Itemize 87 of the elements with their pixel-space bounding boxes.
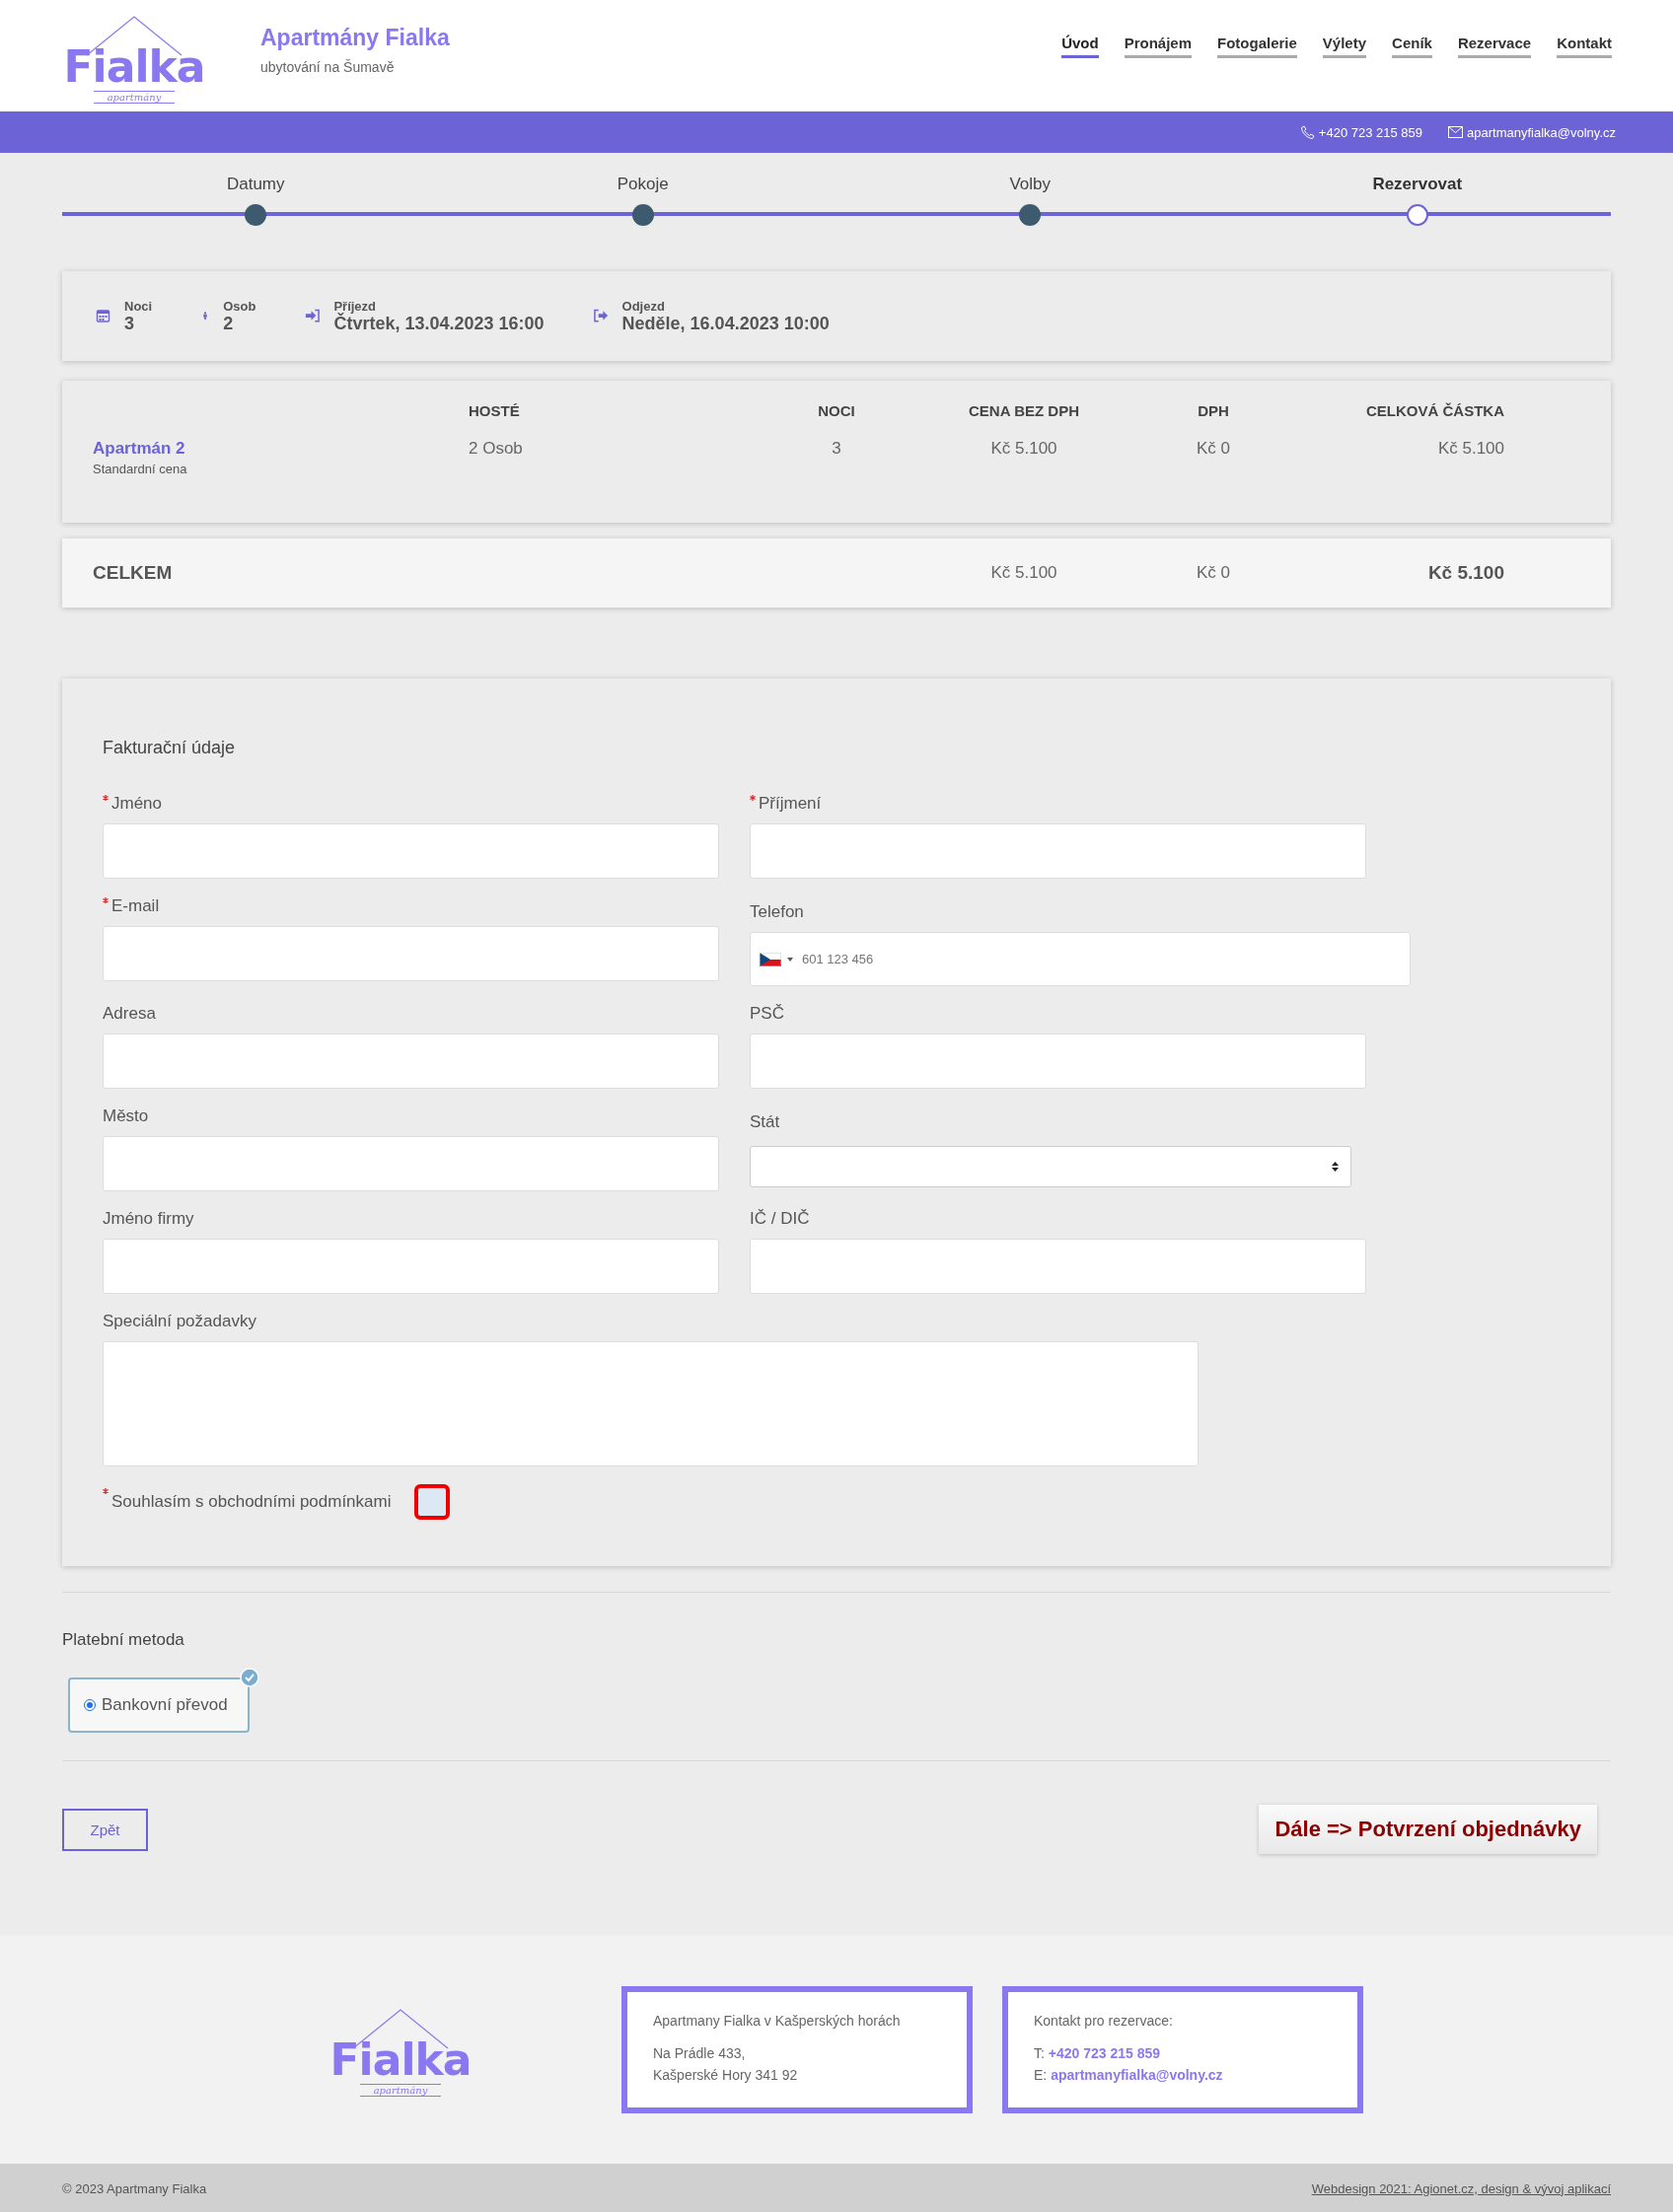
- total-cell-text: Kč 5.100: [1426, 562, 1504, 584]
- column-header: NOCI: [817, 402, 856, 419]
- field-label: Stát: [750, 1112, 780, 1132]
- copyright: © 2023 Apartmany Fialka: [62, 2180, 207, 2196]
- address-line: Na Prádle 433,: [653, 2043, 747, 2063]
- input-field[interactable]: [750, 823, 1366, 879]
- email-label: E:: [1034, 2066, 1048, 2083]
- sort-icon: [1332, 1162, 1339, 1172]
- radio-icon: [84, 1699, 96, 1711]
- summary-value: Čtvrtek, 13.04.2023 16:00: [333, 313, 545, 334]
- field-label: E-mail: [111, 896, 160, 916]
- step-label: Volby: [1009, 175, 1052, 195]
- column-header: HOSTÉ: [469, 402, 521, 419]
- address-line: Kašperské Hory 341 92: [653, 2065, 799, 2085]
- step-label: Pokoje: [617, 175, 669, 195]
- summary-label: Osob: [223, 298, 256, 314]
- table-cell-text: Kč 5.100: [989, 439, 1058, 460]
- summary-value: 3: [124, 313, 135, 334]
- nav-link[interactable]: Rezervace: [1457, 34, 1532, 58]
- input-field[interactable]: [750, 1239, 1366, 1294]
- input-field[interactable]: [103, 1239, 719, 1294]
- nav-link[interactable]: Kontakt: [1557, 34, 1612, 58]
- table-cell-text: 2 Osob: [469, 439, 524, 460]
- next-button[interactable]: Dále => Potvrzení objednávky: [1259, 1805, 1597, 1854]
- envelope-icon: [1448, 126, 1464, 138]
- field-label: Jméno firmy: [103, 1209, 194, 1229]
- select-field[interactable]: [750, 1146, 1351, 1187]
- total-cell-text: Kč 5.100: [989, 563, 1058, 583]
- input-field[interactable]: [103, 823, 719, 879]
- total-label: CELKEM: [93, 562, 174, 584]
- summary-value: 2: [223, 313, 235, 334]
- site-title: Apartmány Fialka: [260, 25, 450, 51]
- phone-label: T:: [1034, 2044, 1045, 2061]
- back-button[interactable]: Zpět: [62, 1808, 148, 1851]
- apartment-link[interactable]: Apartmán 2: [93, 439, 469, 459]
- payment-option[interactable]: Bankovní převod: [68, 1677, 250, 1733]
- table-cell-text: Kč 0: [1196, 439, 1231, 460]
- input-field[interactable]: [103, 1136, 719, 1191]
- contact-title: Kontakt pro rezervace:: [1034, 2011, 1174, 2031]
- input-field[interactable]: [750, 1034, 1366, 1089]
- field-label: Město: [103, 1106, 149, 1126]
- credit-link[interactable]: Webdesign 2021: Agionet.cz, design & vývoj aplikací: [1311, 2180, 1611, 2196]
- logo[interactable]: Fialka apartmány: [67, 8, 201, 104]
- check-icon: [240, 1668, 259, 1687]
- email-link[interactable]: apartmanyfialka@volny.cz: [1467, 124, 1616, 140]
- caret-icon: [787, 957, 793, 962]
- column-header: CELKOVÁ ČÁSTKA: [1365, 402, 1504, 419]
- phone-field[interactable]: 601 123 456: [750, 932, 1411, 986]
- table-cell-text: Kč 5.100: [1436, 439, 1504, 460]
- column-header: DPH: [1197, 402, 1230, 419]
- summary-value: Neděle, 16.04.2023 10:00: [621, 313, 830, 334]
- input-field[interactable]: [103, 1034, 719, 1089]
- input-field[interactable]: [103, 926, 719, 981]
- terms-checkbox[interactable]: [414, 1484, 451, 1520]
- summary-label: Odjezd: [621, 298, 666, 314]
- column-header: CENA BEZ DPH: [968, 402, 1080, 419]
- form-title: Fakturační údaje: [103, 738, 237, 758]
- nav-link[interactable]: Fotogalerie: [1217, 34, 1297, 58]
- address-title: Apartmany Fialka v Kašperských horách: [653, 2011, 902, 2031]
- field-label: Telefon: [750, 902, 804, 922]
- site-subtitle: ubytování na Šumavě: [260, 59, 396, 75]
- sign-out-icon: [593, 308, 609, 322]
- summary-label: Příjezd: [333, 298, 377, 314]
- field-label: PSČ: [750, 1004, 784, 1024]
- rate-name: Standardní cena: [93, 462, 188, 476]
- phone-icon: [1300, 125, 1315, 139]
- step-label: Rezervovat: [1372, 175, 1463, 195]
- total-cell-text: Kč 0: [1196, 563, 1231, 583]
- field-label: Příjmení: [759, 794, 822, 814]
- flag-icon: [760, 952, 781, 966]
- phone-number[interactable]: +420 723 215 859: [1318, 124, 1423, 140]
- step-label: Datumy: [226, 175, 285, 195]
- summary-label: Noci: [124, 298, 153, 314]
- nav-link[interactable]: Výlety: [1322, 34, 1367, 58]
- terms-label: Souhlasím s obchodními podmínkami: [111, 1492, 392, 1512]
- textarea-field[interactable]: [103, 1341, 1199, 1466]
- payment-title: Platební metoda: [62, 1630, 185, 1650]
- table-cell-text: 3: [831, 439, 842, 460]
- field-label: IČ / DIČ: [750, 1209, 810, 1229]
- field-label: Adresa: [103, 1004, 156, 1024]
- field-label: Jméno: [111, 794, 163, 814]
- nav-link[interactable]: Ceník: [1392, 34, 1432, 58]
- calendar-icon: [96, 308, 110, 322]
- nav-link[interactable]: Pronájem: [1124, 34, 1192, 58]
- nav-link[interactable]: Úvod: [1061, 34, 1099, 58]
- field-label: Speciální požadavky: [103, 1312, 256, 1331]
- sign-in-icon: [305, 308, 321, 322]
